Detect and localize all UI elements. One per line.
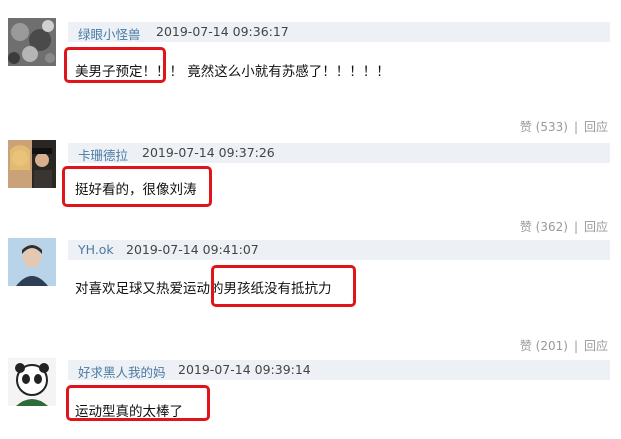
panda-cartoon-avatar-icon (8, 358, 56, 406)
highlight-box (66, 385, 210, 421)
avatar[interactable] (8, 358, 56, 406)
username-link[interactable]: 好求黑人我的妈 (78, 362, 166, 381)
comment-item: 好求黑人我的妈 2019-07-14 09:39:14 运动型真的太棒了 (0, 0, 621, 439)
timestamp: 2019-07-14 09:39:14 (178, 362, 311, 377)
comment-header: 好求黑人我的妈 2019-07-14 09:39:14 (68, 360, 610, 380)
